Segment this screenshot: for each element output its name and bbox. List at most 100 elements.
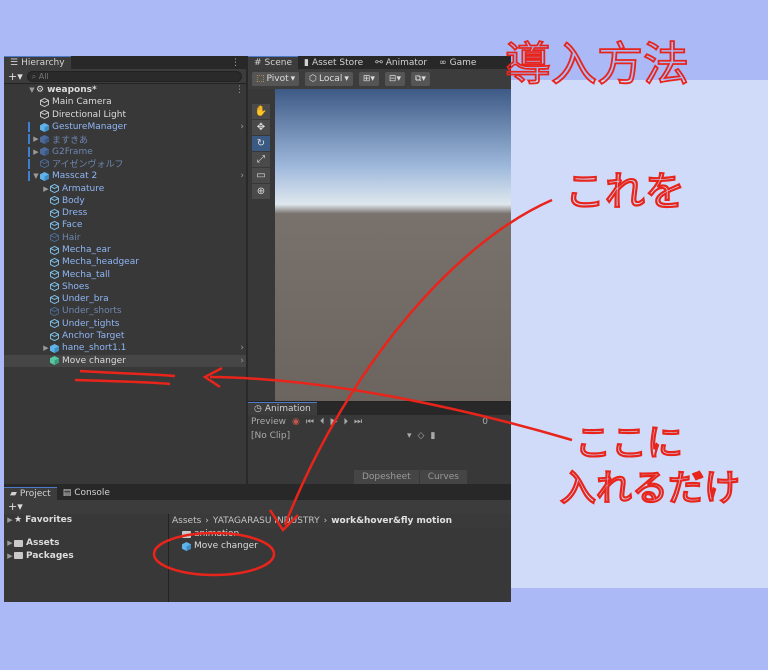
- add-button[interactable]: +▾: [8, 70, 23, 83]
- tab-scene[interactable]: # Scene: [248, 56, 298, 69]
- hierarchy-row[interactable]: ▶ hane_short1.1 ›: [4, 342, 246, 354]
- scale-tool-icon[interactable]: ⤢: [252, 152, 270, 167]
- packages-row[interactable]: ▶ Packages: [4, 550, 168, 562]
- hierarchy-item-label: hane_short1.1: [62, 343, 127, 354]
- hierarchy-row[interactable]: Dress: [4, 207, 246, 219]
- hierarchy-row[interactable]: Main Camera: [4, 96, 246, 108]
- rect-tool-icon[interactable]: ▭: [252, 168, 270, 183]
- expand-arrow-icon[interactable]: ▶: [32, 135, 40, 143]
- pivot-button[interactable]: ⬚ Pivot ▾: [252, 72, 300, 86]
- chevron-right-icon[interactable]: ›: [240, 171, 244, 181]
- hierarchy-row[interactable]: Mecha_headgear: [4, 256, 246, 268]
- animation-view-tabs: Dopesheet Curves: [354, 470, 467, 484]
- transform-tool-icon[interactable]: ⊕: [252, 184, 270, 199]
- file-animation[interactable]: animation: [170, 528, 511, 540]
- play-icon[interactable]: ▶: [331, 417, 338, 427]
- prefab-marker: [28, 146, 30, 157]
- chevron-right-icon[interactable]: ›: [240, 343, 244, 353]
- hierarchy-row[interactable]: Under_tights: [4, 318, 246, 330]
- chevron-right-icon[interactable]: ›: [240, 122, 244, 132]
- project-content: Assets › YATAGARASU INDUSTRY › work&hove…: [170, 514, 511, 602]
- rotate-tool-icon[interactable]: ↻: [252, 136, 270, 151]
- hierarchy-row[interactable]: Under_bra: [4, 293, 246, 305]
- record-icon[interactable]: ◉: [292, 417, 300, 427]
- tab-hierarchy[interactable]: ☰ Hierarchy: [4, 56, 71, 69]
- tab-animation[interactable]: ◷ Animation: [248, 402, 317, 415]
- hierarchy-row[interactable]: Face: [4, 219, 246, 231]
- frame-field[interactable]: 0: [482, 417, 508, 427]
- move-tool-icon[interactable]: ✥: [252, 120, 270, 135]
- clip-dropdown[interactable]: [No Clip]: [251, 431, 401, 441]
- next-frame-icon[interactable]: ⏵: [343, 417, 348, 427]
- hierarchy-row[interactable]: Move changer ›: [4, 354, 246, 367]
- hierarchy-item-label: G2Frame: [52, 146, 93, 157]
- scene-viewport[interactable]: [275, 89, 511, 401]
- add-asset-button[interactable]: +▾: [8, 500, 23, 513]
- breadcrumb-current[interactable]: work&hover&fly motion: [331, 516, 452, 526]
- curves-tab[interactable]: Curves: [419, 470, 467, 484]
- gameobject-icon: [40, 147, 49, 157]
- first-frame-icon[interactable]: ⏮: [306, 417, 314, 427]
- hierarchy-item-label: Move changer: [62, 355, 126, 366]
- hierarchy-row[interactable]: GestureManager ›: [4, 121, 246, 133]
- hierarchy-row[interactable]: Directional Light: [4, 109, 246, 121]
- tab-game[interactable]: ∞ Game: [433, 56, 482, 69]
- more-icon[interactable]: ⋮: [235, 85, 244, 95]
- project-tab-bar: ▰ Project ▤ Console: [4, 486, 511, 500]
- scene-root-row[interactable]: ▼ ⚙ weapons* ⋮: [4, 84, 246, 96]
- gameobject-icon: [50, 233, 59, 243]
- expand-arrow-icon[interactable]: ▶: [32, 148, 40, 156]
- tab-asset-store[interactable]: ▮ Asset Store: [298, 56, 369, 69]
- project-panel: ▰ Project ▤ Console +▾ ▶ ★ Favorites ▶ Ass…: [4, 486, 511, 602]
- hierarchy-row[interactable]: ▶ ますきあ: [4, 133, 246, 146]
- hierarchy-row[interactable]: Shoes: [4, 281, 246, 293]
- hierarchy-row[interactable]: Under_shorts: [4, 305, 246, 317]
- hierarchy-row[interactable]: アイゼンヴォルフ: [4, 158, 246, 170]
- tab-project[interactable]: ▰ Project: [4, 486, 57, 500]
- hierarchy-row[interactable]: Hair: [4, 232, 246, 244]
- add-key-icon[interactable]: ◇: [418, 431, 425, 441]
- hand-tool-icon[interactable]: ✋: [252, 104, 270, 119]
- preview-toggle[interactable]: Preview: [251, 417, 286, 427]
- breadcrumb-yatagarasu[interactable]: YATAGARASU INDUSTRY: [213, 516, 320, 526]
- scene-panel: # Scene ▮ Asset Store ⚯ Animator ∞ Game ⬚ Piv…: [248, 56, 511, 401]
- add-event-icon[interactable]: ▮: [430, 431, 435, 441]
- folder-icon: ▰: [10, 488, 17, 499]
- gameobject-icon: [50, 245, 59, 255]
- hierarchy-row[interactable]: ▶ Armature: [4, 182, 246, 194]
- increment-button[interactable]: ⧉▾: [410, 72, 430, 86]
- lock-icon[interactable]: ⋮: [231, 58, 246, 68]
- hierarchy-item-label: Mecha_tall: [62, 269, 111, 280]
- gameobject-icon: [50, 331, 59, 341]
- gameobject-icon: [50, 343, 59, 353]
- tab-console[interactable]: ▤ Console: [57, 487, 116, 500]
- hierarchy-item-label: Body: [62, 195, 85, 206]
- hierarchy-row[interactable]: Anchor Target: [4, 330, 246, 342]
- chevron-right-icon[interactable]: ›: [240, 356, 244, 366]
- expand-arrow-icon[interactable]: ▶: [42, 185, 50, 193]
- hierarchy-row[interactable]: Mecha_ear: [4, 244, 246, 256]
- favorites-row[interactable]: ▶ ★ Favorites: [4, 514, 168, 526]
- prev-frame-icon[interactable]: ⏴: [320, 417, 325, 427]
- local-button[interactable]: ⬡ Local ▾: [305, 72, 353, 86]
- scene-toolbar: ⬚ Pivot ▾ ⬡ Local ▾ ⊞▾ ⊟▾ ⧉▾: [248, 69, 511, 89]
- expand-arrow-icon[interactable]: ▶: [42, 344, 50, 352]
- hierarchy-row[interactable]: ▶ G2Frame: [4, 145, 246, 157]
- hierarchy-row[interactable]: Body: [4, 195, 246, 207]
- assets-row[interactable]: ▶ Assets: [4, 537, 168, 549]
- hierarchy-row[interactable]: ▼ Masscat 2 ›: [4, 170, 246, 182]
- breadcrumb-assets[interactable]: Assets: [172, 516, 201, 526]
- console-icon: ▤: [62, 488, 72, 498]
- tab-animator[interactable]: ⚯ Animator: [369, 56, 433, 69]
- search-input[interactable]: ⌕ All: [26, 70, 242, 82]
- snap-button[interactable]: ⊞▾: [358, 72, 379, 86]
- hierarchy-row[interactable]: Mecha_tall: [4, 268, 246, 280]
- file-move-changer[interactable]: Move changer: [170, 540, 511, 552]
- expand-arrow-icon[interactable]: ▼: [32, 172, 40, 180]
- last-frame-icon[interactable]: ⏭: [354, 417, 362, 427]
- grid-icon: #: [254, 58, 262, 68]
- hierarchy-panel: ☰ Hierarchy ⋮ +▾ ⌕ All ▼ ⚙ weapons* ⋮ Ma…: [4, 56, 246, 484]
- expand-arrow-icon[interactable]: ▼: [28, 86, 36, 94]
- grid-snap-button[interactable]: ⊟▾: [384, 72, 405, 86]
- dopesheet-tab[interactable]: Dopesheet: [354, 470, 419, 484]
